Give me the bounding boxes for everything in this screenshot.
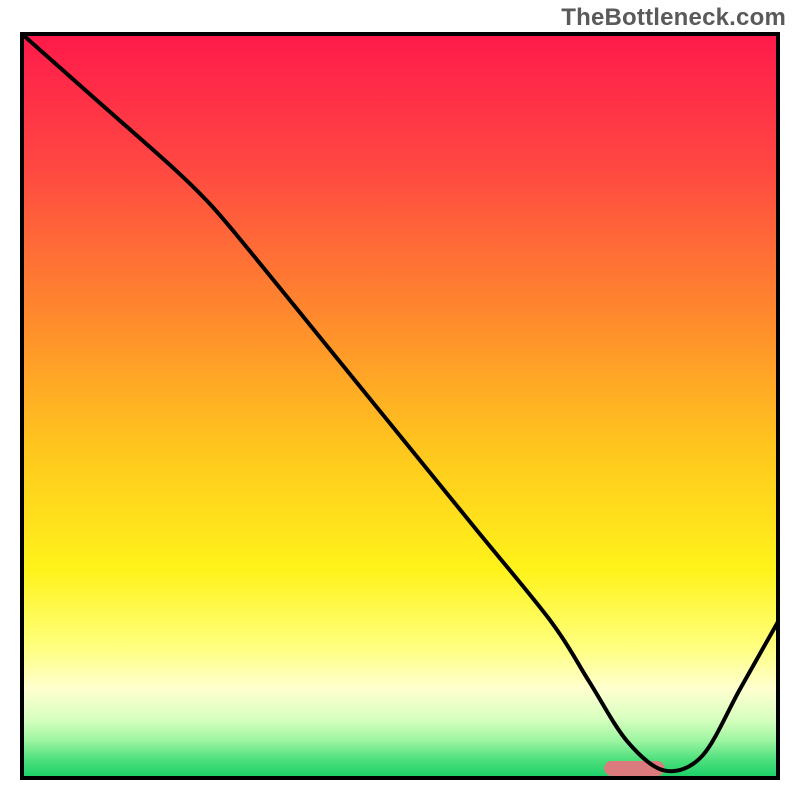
plot-background — [22, 34, 778, 778]
watermark-text: TheBottleneck.com — [561, 4, 786, 32]
chart-container: { "watermark": "TheBottleneck.com", "cha… — [0, 0, 800, 800]
bottleneck-chart — [0, 0, 800, 800]
